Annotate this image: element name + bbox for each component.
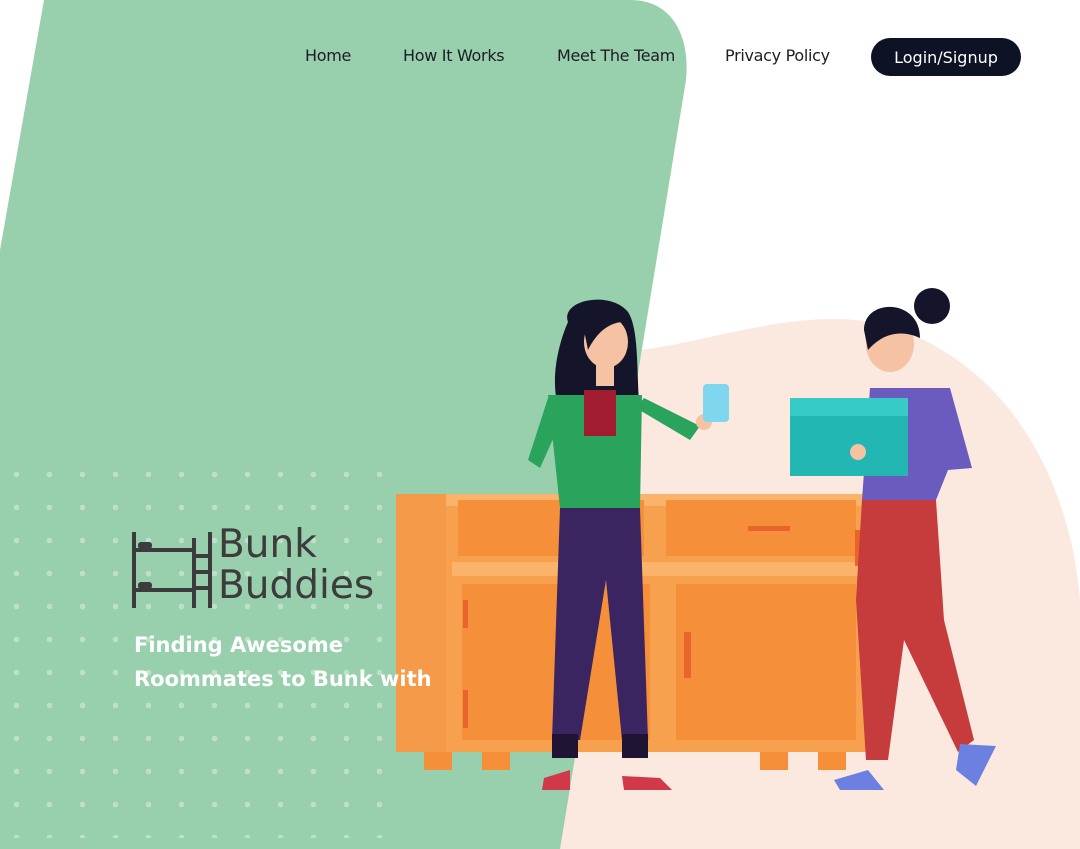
hero-tagline: Finding Awesome Roommates to Bunk with [134,628,494,696]
landing-page: Home How It Works Meet The Team Privacy … [0,0,1080,849]
tagline-line1: Finding Awesome [134,633,343,657]
roommates-illustration [396,288,996,790]
tagline-line2: Roommates to Bunk with [134,667,432,691]
